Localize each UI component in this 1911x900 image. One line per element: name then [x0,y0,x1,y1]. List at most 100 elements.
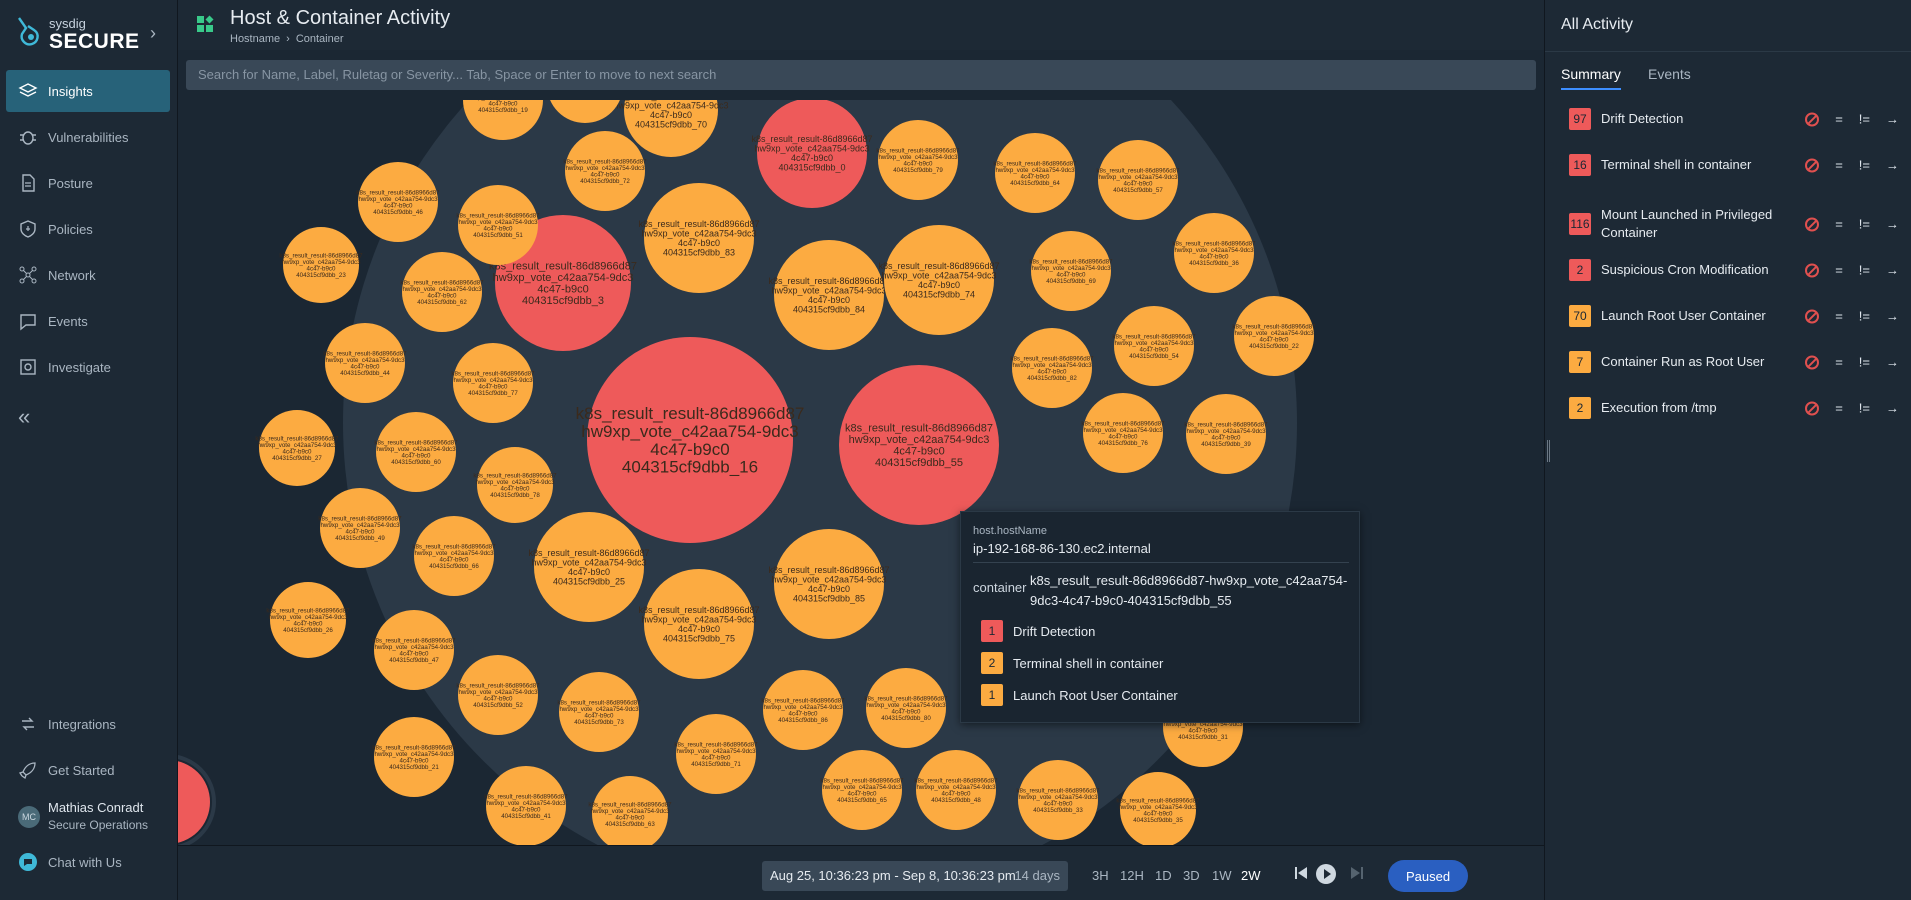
filter-equals-button[interactable]: = [1835,309,1843,324]
tab-events[interactable]: Events [1648,66,1691,88]
sidebar-item-network[interactable]: Network [6,254,170,296]
investigate-icon [20,359,36,375]
block-icon[interactable] [1805,158,1820,172]
page-title: Host & Container Activity [230,7,451,29]
bubble-label: 404315cf9dbb_57 [1113,187,1163,194]
count-badge: 116 [1569,213,1591,235]
container-bubble[interactable]: k8s_result_result-86d8966d87hw9xp_vote_c… [839,365,999,525]
skip-back-icon[interactable] [1294,866,1308,880]
activity-item[interactable]: 16 Terminal shell in container = != → [1569,154,1899,176]
logo[interactable]: sysdig SECURE › [16,14,166,54]
arrow-right-icon[interactable]: → [1886,355,1899,370]
time-range-text: Aug 25, 10:36:23 pm - Sep 8, 10:36:23 pm [770,868,1016,883]
bubble-label: 404315cf9dbb_0 [778,162,845,172]
activity-item[interactable]: 7 Container Run as Root User = != → [1569,351,1899,373]
arrow-right-icon[interactable]: → [1886,309,1899,324]
arrow-right-icon[interactable]: → [1886,112,1899,127]
container-bubble[interactable]: k8s_result_result-86d8966d87hw9xp_vote_c… [279,227,363,303]
breadcrumb-hostname[interactable]: Hostname [230,33,280,45]
block-icon[interactable] [1805,217,1820,231]
arrow-right-icon[interactable]: → [1886,401,1899,416]
bubble-label: hw9xp_vote_c42aa754-9dc3 [581,422,798,441]
filter-not-equals-button[interactable]: != [1859,158,1870,173]
bubble-label: 404315cf9dbb_78 [490,492,540,499]
bubble-label: 404315cf9dbb_71 [691,761,741,768]
filter-not-equals-button[interactable]: != [1859,309,1870,324]
resize-handle[interactable] [1547,440,1550,462]
container-bubble[interactable]: k8s_result_result-86d8966d87hw9xp_vote_c… [372,717,456,797]
sidebar-item-get-started[interactable]: Get Started [6,749,170,791]
container-bubble[interactable]: k8s_result_result-86d8966d87hw9xp_vote_c… [266,582,350,658]
filter-equals-button[interactable]: = [1835,112,1843,127]
bubble-label: 404315cf9dbb_63 [605,821,655,828]
container-bubble[interactable]: k8s_result_result-86d8966d87hw9xp_vote_c… [255,410,339,486]
sidebar-item-investigate[interactable]: Investigate [6,346,170,388]
block-icon[interactable] [1805,401,1820,415]
activity-label: Mount Launched in Privileged Container [1601,207,1773,240]
filter-not-equals-button[interactable]: != [1859,263,1870,278]
time-option-1d[interactable]: 1D [1155,868,1172,883]
activity-item[interactable]: 70 Launch Root User Container = != → [1569,305,1899,327]
search-input[interactable]: Search for Name, Label, Ruletag or Sever… [186,60,1536,90]
block-icon[interactable] [1805,355,1820,369]
filter-not-equals-button[interactable]: != [1859,112,1870,127]
bubble-label: 404315cf9dbb_72 [580,178,630,185]
collapse-sidebar-icon[interactable]: « [18,404,30,430]
breadcrumb-container[interactable]: Container [296,33,344,45]
time-option-3d[interactable]: 3D [1183,868,1200,883]
time-option-12h[interactable]: 12H [1120,868,1144,883]
bubble-chart[interactable]: k8s_result_result-86d8966d87 hw9xp_vote_c… [178,100,1544,845]
activity-actions: = != → [1805,309,1899,324]
sidebar-item-events[interactable]: Events [6,300,170,342]
activity-item[interactable]: 97 Drift Detection = != → [1569,108,1899,130]
arrow-right-icon[interactable]: → [1886,158,1899,173]
time-option-3h[interactable]: 3H [1092,868,1109,883]
time-range-picker[interactable]: Aug 25, 10:36:23 pm - Sep 8, 10:36:23 pm… [762,861,1068,891]
filter-equals-button[interactable]: = [1835,158,1843,173]
filter-equals-button[interactable]: = [1835,217,1843,232]
time-option-1w[interactable]: 1W [1212,868,1232,883]
bubble-label: 404315cf9dbb_27 [272,455,322,462]
bubble-label: 404315cf9dbb_54 [1129,353,1179,360]
filter-not-equals-button[interactable]: != [1859,217,1870,232]
time-option-2w[interactable]: 2W [1241,868,1261,883]
bubble-label: hw9xp_vote_c42aa754-9dc3 [849,434,990,446]
bubble-label: 4c47-b9c0 [650,440,729,459]
bubble-label: 404315cf9dbb_69 [1046,278,1096,285]
sidebar-item-vulnerabilities[interactable]: Vulnerabilities [6,116,170,158]
activity-label: Terminal shell in container [1601,157,1752,172]
sidebar-item-insights[interactable]: Insights [6,70,170,112]
page-header: Host & Container Activity Hostname › Con… [178,0,1544,50]
block-icon[interactable] [1805,263,1820,277]
arrow-right-icon[interactable]: → [1886,263,1899,278]
filter-equals-button[interactable]: = [1835,355,1843,370]
sidebar-item-label: Integrations [48,716,116,732]
activity-item[interactable]: 2 Execution from /tmp = != → [1569,397,1899,419]
filter-equals-button[interactable]: = [1835,263,1843,278]
filter-not-equals-button[interactable]: != [1859,355,1870,370]
tooltip-container-key: container [973,580,1027,595]
bubble-chart-canvas[interactable]: k8s_result_result-86d8966d87hw9xp_vote_c… [178,100,1544,845]
sidebar-item-label: Investigate [48,359,111,375]
play-icon[interactable] [1316,864,1336,884]
activity-item[interactable]: 2 Suspicious Cron Modification = != → [1569,259,1899,281]
filter-equals-button[interactable]: = [1835,401,1843,416]
sidebar-item-posture[interactable]: Posture [6,162,170,204]
skip-forward-icon[interactable] [1350,866,1364,880]
block-icon[interactable] [1805,309,1820,323]
filter-not-equals-button[interactable]: != [1859,401,1870,416]
sidebar-item-policies[interactable]: Policies [6,208,170,250]
arrow-right-icon[interactable]: → [1886,217,1899,232]
count-badge: 16 [1569,154,1591,176]
block-icon[interactable] [1805,112,1820,126]
event-label: Drift Detection [1013,623,1096,639]
bubble-label: 404315cf9dbb_22 [1249,343,1299,350]
chevron-right-icon[interactable]: › [150,23,156,44]
activity-item[interactable]: 116 Mount Launched in Privileged Containe… [1569,206,1899,242]
sidebar-item-chat[interactable]: Chat with Us [6,841,170,883]
sidebar: sysdig SECURE › Insights Vulnerabilities… [0,0,178,900]
sidebar-item-integrations[interactable]: Integrations [6,703,170,745]
paused-button[interactable]: Paused [1388,860,1468,892]
user-profile[interactable]: MC Mathias Conradt Secure Operations [6,795,170,841]
tab-summary[interactable]: Summary [1561,66,1621,90]
